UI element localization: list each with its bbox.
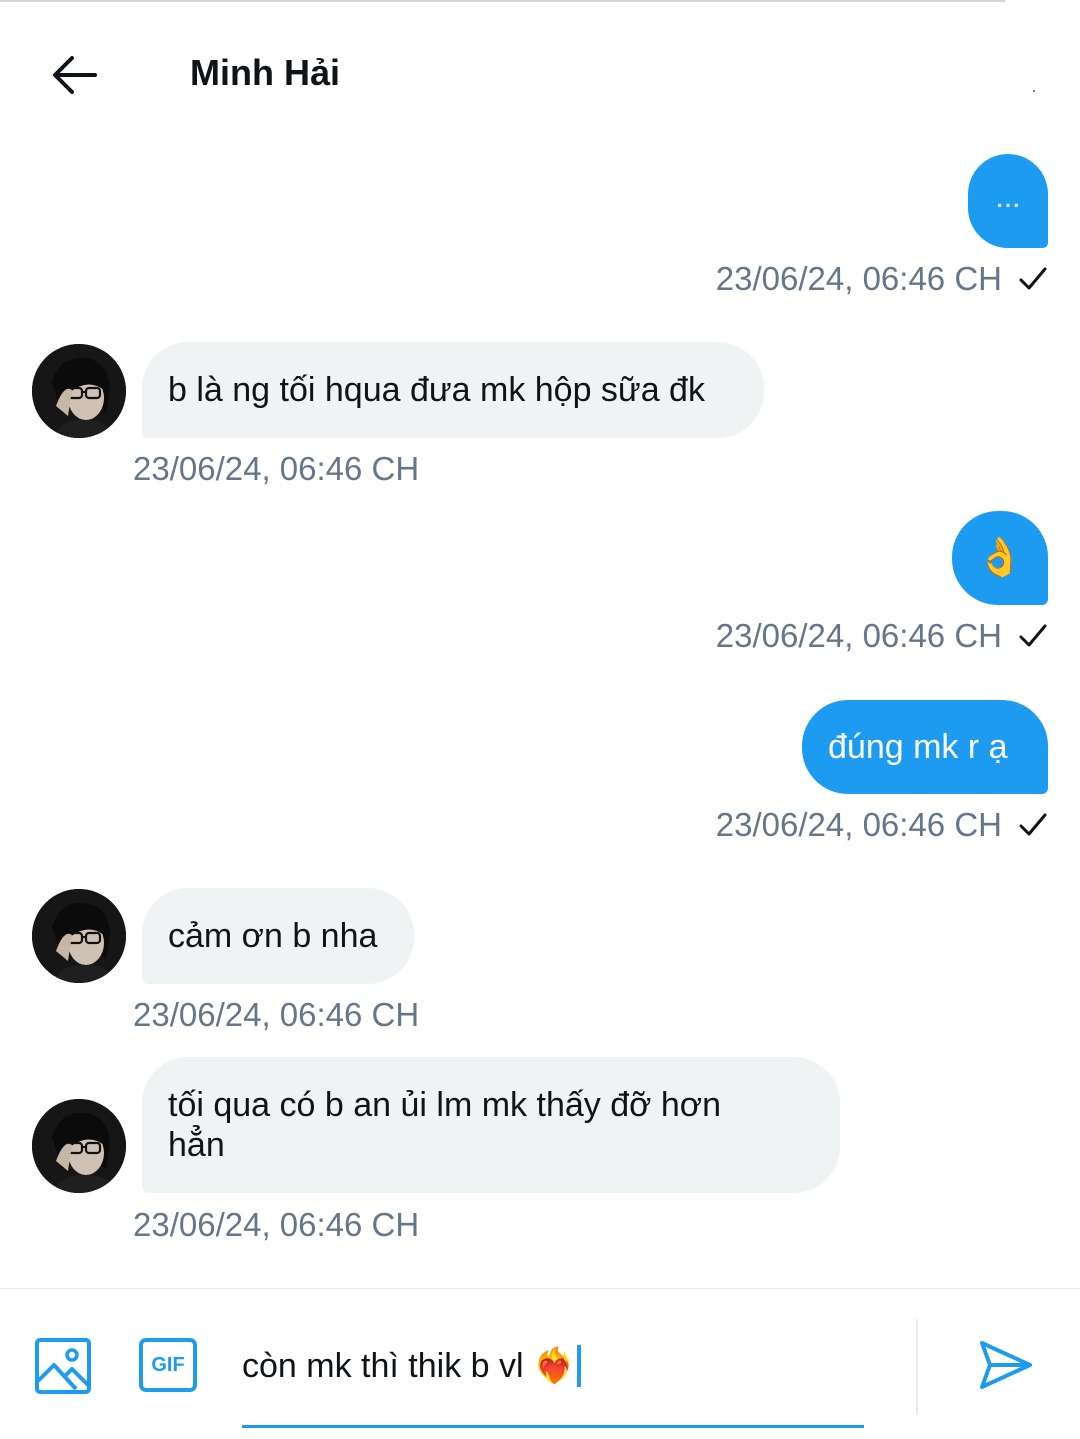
header-dot <box>1033 90 1035 92</box>
send-icon <box>980 1341 1032 1389</box>
check-icon <box>1019 267 1047 290</box>
message-timestamp: 23/06/24, 06:46 CH <box>133 1206 420 1243</box>
message-text: đúng mk r ạ <box>828 728 1008 766</box>
message-bubble-incoming[interactable]: cảm ơn b nha <box>142 888 414 984</box>
message-timestamp: 23/06/24, 06:46 CH <box>133 450 420 487</box>
conversation-title[interactable]: Minh Hải <box>190 52 340 94</box>
input-underline <box>242 1425 864 1428</box>
text-caret <box>577 1345 582 1387</box>
message-text: ... <box>995 181 1021 214</box>
gif-label: GIF <box>151 1353 185 1376</box>
avatar-image <box>32 1099 126 1193</box>
message-composer: GIF còn mk thì thik b vl ❤️‍🔥 <box>0 1288 1080 1439</box>
message-input-text[interactable]: còn mk thì thik b vl ❤️‍🔥 <box>242 1345 582 1387</box>
message-bubble-outgoing[interactable]: đúng mk r ạ <box>802 700 1048 794</box>
message-bubble-outgoing[interactable]: ... <box>968 154 1048 248</box>
add-image-button[interactable] <box>34 1337 92 1395</box>
message-bubble-incoming[interactable]: tối qua có b an ủi lm mk thấy đỡ hơn hẳn <box>142 1057 840 1193</box>
send-button[interactable] <box>978 1339 1034 1391</box>
message-text: b là ng tối hqua đưa mk hộp sữa đk <box>168 371 705 409</box>
avatar[interactable] <box>32 1099 126 1193</box>
avatar[interactable] <box>32 889 126 983</box>
message-text: cảm ơn b nha <box>168 917 378 955</box>
timestamp-text: 23/06/24, 06:46 CH <box>715 806 1002 843</box>
back-button[interactable] <box>44 45 104 105</box>
composer-divider <box>916 1319 918 1415</box>
conversation-header: Minh Hải <box>0 0 1080 140</box>
avatar-image <box>32 344 126 438</box>
message-timestamp: 23/06/24, 06:46 CH <box>133 996 420 1033</box>
avatar[interactable] <box>32 344 126 438</box>
message-timestamp: 23/06/24, 06:46 CH <box>716 806 1048 844</box>
timestamp-text: 23/06/24, 06:46 CH <box>715 617 1002 654</box>
message-bubble-incoming[interactable]: b là ng tối hqua đưa mk hộp sữa đk <box>142 342 764 438</box>
message-bubble-outgoing[interactable]: 👌 <box>952 511 1048 605</box>
add-gif-button[interactable]: GIF <box>138 1337 198 1393</box>
arrow-left-icon <box>53 56 97 94</box>
timestamp-text: 23/06/24, 06:46 CH <box>715 260 1002 297</box>
message-text: tối qua có b an ủi lm mk thấy đỡ hơn hẳn <box>168 1086 721 1164</box>
check-icon <box>1019 624 1047 647</box>
image-icon <box>35 1338 91 1394</box>
avatar-image <box>32 889 126 983</box>
message-timestamp: 23/06/24, 06:46 CH <box>716 617 1048 655</box>
message-timestamp: 23/06/24, 06:46 CH <box>716 260 1048 298</box>
message-input-value: còn mk thì thik b vl ❤️‍🔥 <box>242 1347 576 1385</box>
message-text: 👌 <box>976 537 1024 579</box>
message-input[interactable]: còn mk thì thik b vl ❤️‍🔥 <box>242 1289 864 1429</box>
check-icon <box>1019 813 1047 836</box>
